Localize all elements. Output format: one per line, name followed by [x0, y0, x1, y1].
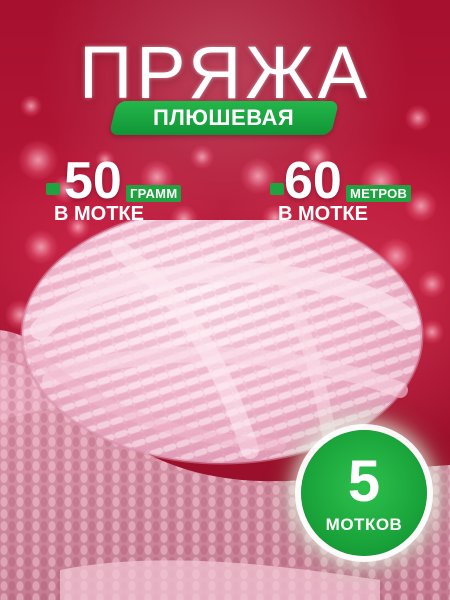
length-unit: МЕТРОВ: [346, 185, 412, 202]
product-title: ПРЯЖА: [78, 31, 372, 114]
count-value: 5: [347, 449, 381, 514]
bokeh-light: [190, 145, 214, 169]
count-badge: 5 МОТКОВ: [301, 430, 427, 556]
weight-tag-accent: [46, 183, 60, 195]
length-label: В МОТКЕ: [278, 203, 368, 225]
length-value: 60: [284, 152, 342, 210]
product-card: ПРЯЖА ПЛЮШЕВАЯ 50 ГРАММ В МОТКЕ 60 МЕТРО…: [0, 0, 450, 600]
weight-unit: ГРАММ: [126, 185, 182, 202]
subtitle-pill: ПЛЮШЕВАЯ: [108, 101, 340, 135]
subtitle-text: ПЛЮШЕВАЯ: [153, 105, 295, 130]
length-tag-accent: [270, 183, 284, 195]
weight-label: В МОТКЕ: [54, 203, 144, 225]
count-label: МОТКОВ: [325, 515, 403, 534]
bokeh-light: [18, 140, 58, 180]
weight-value: 50: [64, 152, 122, 210]
